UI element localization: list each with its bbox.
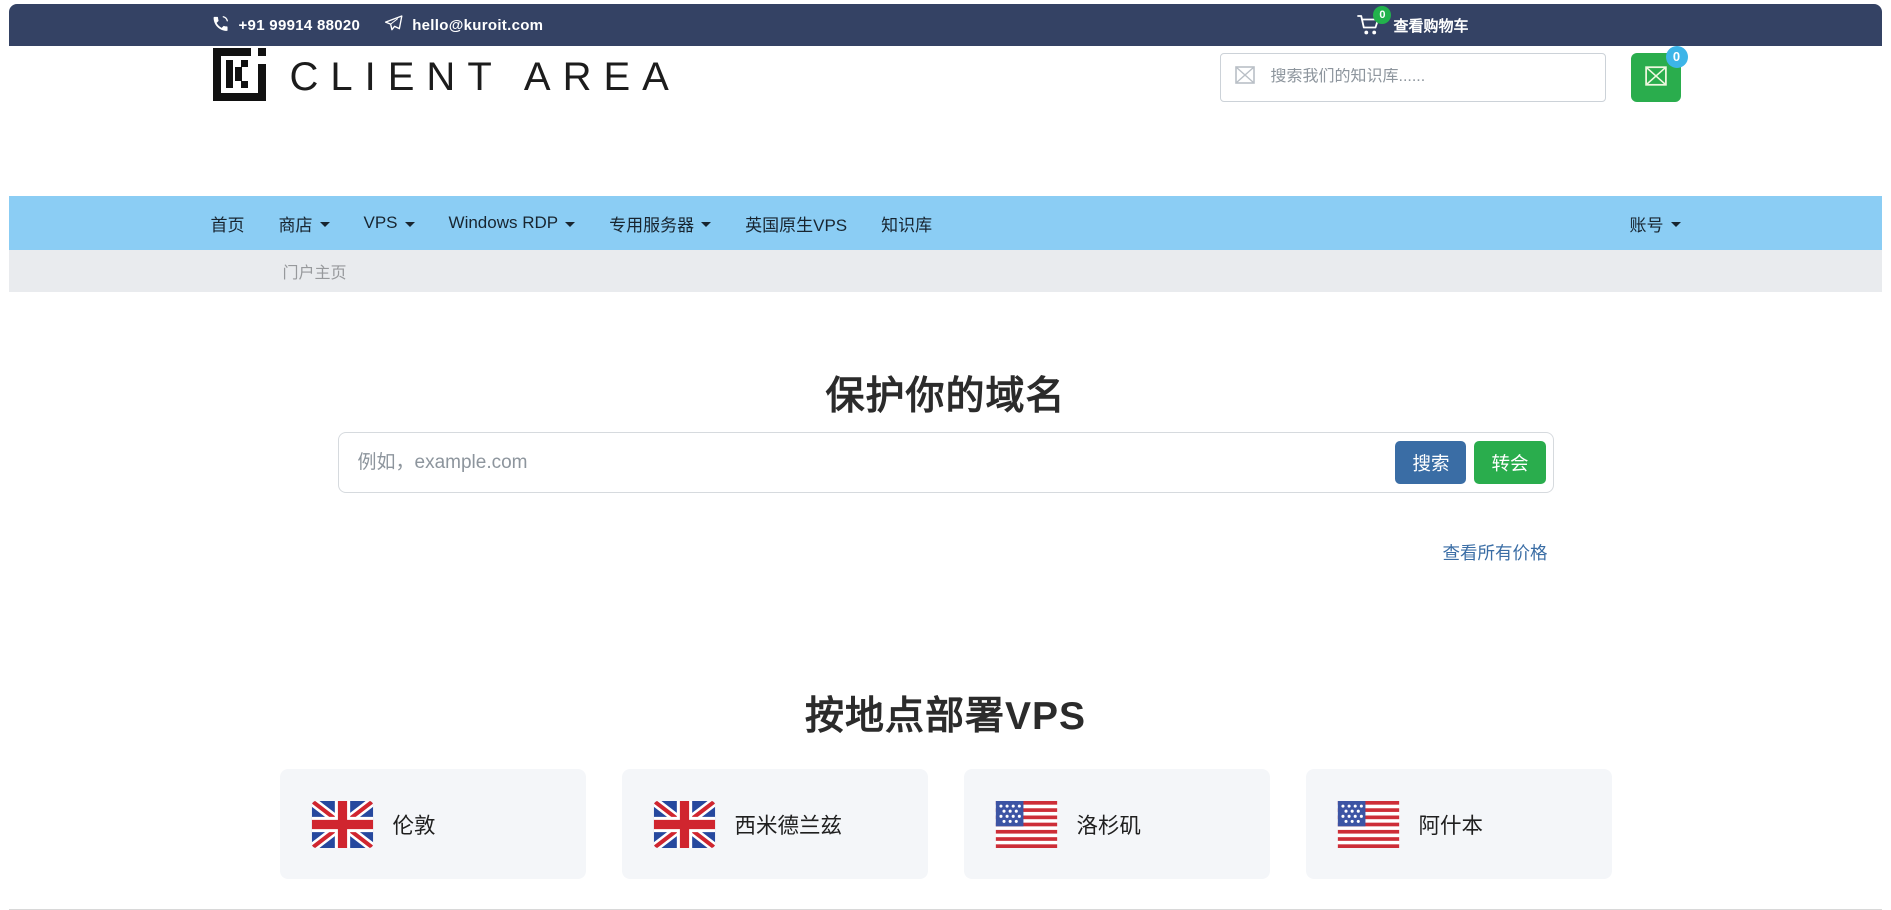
topbar-cart-label: 查看购物车 [1393,15,1468,36]
location-label: 阿什本 [1419,809,1484,840]
nav-label: 英国原生VPS [745,211,847,236]
main-navigation: 首页 商店 VPS Windows RDP 专用服务器 英国原生VPS [9,196,1882,250]
breadcrumb[interactable]: 门户主页 [211,259,347,283]
kuroit-logo-icon [211,46,268,108]
breadcrumb-bar: 门户主页 [9,250,1882,292]
location-label: 伦敦 [393,809,436,840]
nav-item-dedicated-servers[interactable]: 专用服务器 [609,211,711,236]
header: CLIENT AREA 0 [9,46,1882,196]
uk-flag-icon [311,801,374,848]
chevron-down-icon [701,222,711,227]
us-flag-icon [1337,801,1400,848]
nav-item-vps[interactable]: VPS [364,213,415,233]
broken-image-icon [1645,65,1667,90]
chevron-down-icon [1671,222,1681,227]
domain-search-button[interactable]: 搜索 [1395,441,1466,484]
location-card-west-midlands[interactable]: 西米德兰兹 [622,769,928,879]
topbar-phone-number: +91 99914 88020 [239,17,361,34]
chevron-down-icon [565,222,575,227]
nav-item-home[interactable]: 首页 [211,211,245,236]
uk-flag-icon [653,801,716,848]
nav-item-uk-native-vps[interactable]: 英国原生VPS [745,211,847,236]
nav-label: 专用服务器 [609,211,694,236]
us-flag-icon [995,801,1058,848]
topbar-cart[interactable]: 0 查看购物车 [1357,14,1468,36]
broken-image-icon [1235,66,1255,89]
location-card-london[interactable]: 伦敦 [280,769,586,879]
nav-label: 首页 [211,211,245,236]
domain-search-input[interactable] [339,452,1396,474]
location-card-los-angeles[interactable]: 洛杉矶 [964,769,1270,879]
notifications-count-badge: 0 [1666,46,1688,68]
nav-item-knowledgebase[interactable]: 知识库 [881,211,932,236]
main-content: 保护你的域名 搜索 转会 查看所有价格 按地点部署VPS 伦敦 [9,365,1882,879]
domain-transfer-button[interactable]: 转会 [1474,441,1545,484]
location-card-ashburn[interactable]: 阿什本 [1306,769,1612,879]
logo[interactable]: CLIENT AREA [211,46,681,108]
page: +91 99914 88020 hello@kuroit.com [9,4,1882,910]
domain-search-form: 搜索 转会 [338,432,1554,493]
nav-item-account[interactable]: 账号 [1630,211,1681,236]
cart-icon: 0 [1357,14,1383,36]
location-label: 西米德兰兹 [735,809,843,840]
nav-label: VPS [364,213,398,233]
knowledgebase-search [1220,53,1606,102]
topbar-email[interactable]: hello@kuroit.com [384,14,543,37]
cart-count-badge: 0 [1373,6,1391,24]
nav-label: 知识库 [881,211,932,236]
pricing-link-row: 查看所有价格 [338,540,1554,565]
nav-label: 商店 [279,211,313,236]
vps-section-title: 按地点部署VPS [9,685,1882,741]
topbar: +91 99914 88020 hello@kuroit.com [9,4,1882,46]
chevron-down-icon [320,222,330,227]
nav-item-windows-rdp[interactable]: Windows RDP [449,213,576,233]
view-all-pricing-link[interactable]: 查看所有价格 [1443,543,1548,563]
domain-section-title: 保护你的域名 [9,365,1882,421]
knowledgebase-search-input[interactable] [1271,68,1591,86]
send-icon [384,14,403,37]
nav-label: Windows RDP [449,213,559,233]
topbar-phone[interactable]: +91 99914 88020 [211,14,361,37]
chevron-down-icon [405,222,415,227]
topbar-email-address: hello@kuroit.com [412,17,543,34]
nav-item-store[interactable]: 商店 [279,211,330,236]
notifications-button[interactable]: 0 [1631,53,1681,102]
nav-label: 账号 [1630,211,1664,236]
location-label: 洛杉矶 [1077,809,1142,840]
phone-icon [211,14,230,37]
vps-location-cards: 伦敦 西米德兰兹 洛杉矶 [280,769,1612,879]
page-title: CLIENT AREA [290,55,681,100]
